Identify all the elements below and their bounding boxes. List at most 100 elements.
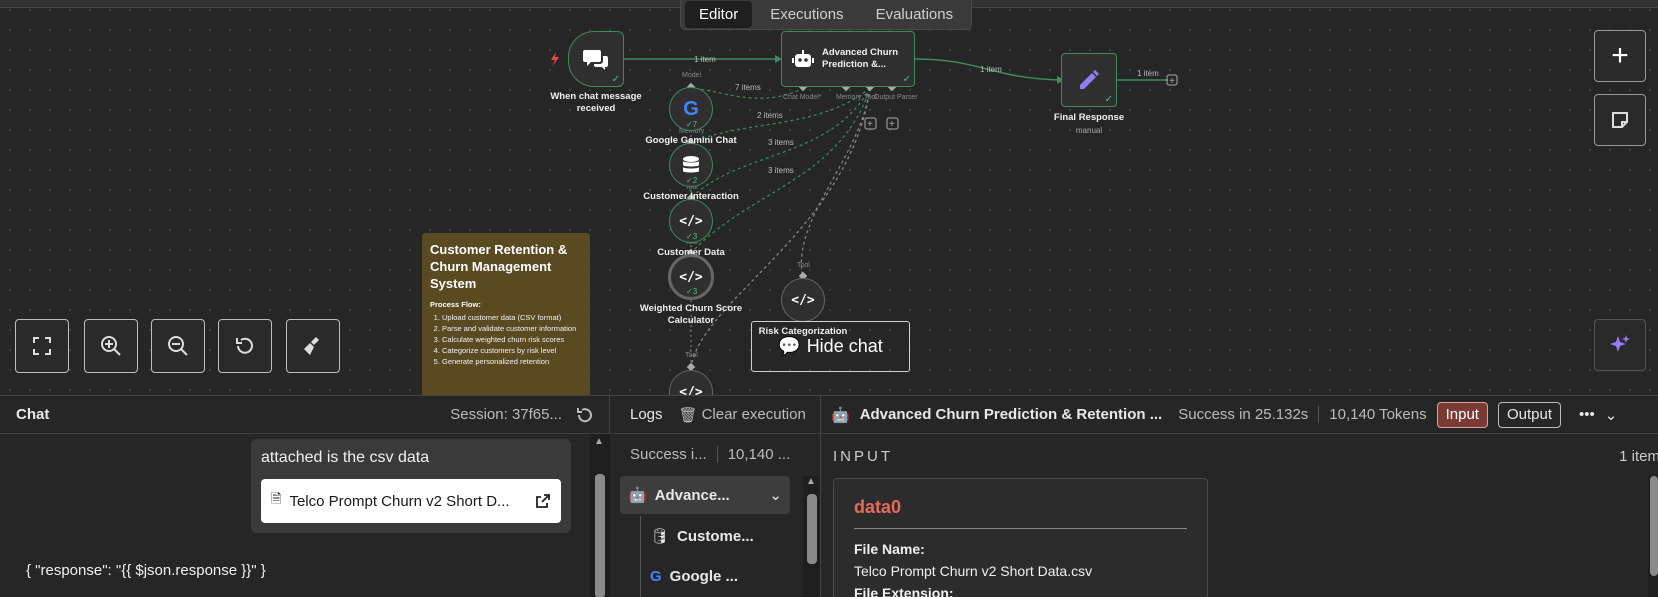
zoom-in-button[interactable] — [84, 319, 138, 373]
clear-execution-label: Clear execution — [701, 406, 806, 423]
sticky-subtitle: Process Flow: — [430, 300, 481, 309]
database-icon: 🛢 — [650, 528, 670, 545]
sticky-step: Generate personalized retention — [442, 357, 582, 367]
file-ext-label: File Extension: — [854, 585, 954, 597]
data-key: data0 — [854, 497, 1187, 529]
weighted-label: Weighted Churn Score Calculator — [639, 303, 743, 326]
wire-label-final-out: 1 item — [1137, 69, 1159, 78]
bot-response: { "response": "{{ $json.response }}" } — [26, 562, 266, 579]
wire-label-memory: 2 items — [757, 111, 783, 120]
bottom-panel: Chat Session: 37f65... attached is the c… — [0, 395, 1658, 597]
sticky-note-icon — [1612, 112, 1628, 128]
input-button[interactable]: Input — [1436, 401, 1488, 428]
port-model-label: Model — [682, 72, 702, 79]
chat-scroll-thumb[interactable] — [595, 474, 605, 597]
robot-icon: 🤖 — [628, 487, 647, 504]
tidy-up-button[interactable] — [286, 319, 340, 373]
sticky-step: Upload customer data (CSV format) — [442, 313, 582, 323]
logs-title: Logs — [630, 406, 663, 423]
chat-trigger-node[interactable]: ✓ — [568, 31, 624, 87]
zoom-out-button[interactable] — [151, 319, 205, 373]
chat-scrollbar[interactable]: ▲ — [590, 434, 610, 597]
risk-categorization-node[interactable]: </> — [781, 278, 825, 322]
robot-icon — [792, 50, 814, 67]
sparkle-icon — [1610, 335, 1630, 352]
chat-bubble-icon: 💬 — [778, 336, 801, 356]
workflow-canvas[interactable]: Editor Executions Evaluations 1 item 1 i… — [0, 0, 1658, 395]
chevron-down-icon[interactable]: ⌄ — [769, 486, 782, 504]
more-options-icon[interactable]: ••• — [1579, 406, 1595, 423]
user-message: attached is the csv data 🗎 Telco Prompt … — [251, 439, 571, 533]
log-item-label: Google ... — [669, 567, 739, 585]
reset-zoom-button[interactable] — [218, 319, 272, 373]
logs-scrollbar[interactable]: ▲ — [803, 476, 820, 597]
final-response-node[interactable]: ✓ — [1061, 53, 1117, 107]
google-g-icon: G — [650, 567, 662, 585]
svg-text:+: + — [1169, 76, 1175, 87]
log-item-label: Custome... — [677, 527, 754, 545]
plus-icon: + — [1611, 39, 1629, 72]
code-icon: </> — [679, 213, 703, 229]
log-item-google[interactable]: G Google ... — [650, 557, 738, 595]
wire-label-gemini: 7 items — [735, 83, 761, 92]
detail-panel: 🤖 Advanced Churn Prediction & Retention … — [821, 396, 1658, 597]
item-count: 1 item — [1619, 448, 1658, 465]
attached-file[interactable]: 🗎 Telco Prompt Churn v2 Short D... — [261, 479, 561, 523]
sticky-step: Calculate weighted churn risk scores — [442, 335, 582, 345]
session-id[interactable]: Session: 37f65... — [450, 406, 562, 423]
logs-tokens: 10,140 ... — [716, 446, 790, 463]
fit-view-icon — [33, 337, 51, 355]
sticky-steps: Upload customer data (CSV format) Parse … — [430, 313, 582, 367]
trash-icon: 🗑 — [678, 406, 698, 424]
sticky-note[interactable]: Customer Retention & Churn Management Sy… — [422, 233, 590, 395]
log-item-agent[interactable]: 🤖 Advance... ⌄ — [620, 476, 790, 514]
app: Editor Executions Evaluations 1 item 1 i… — [0, 0, 1658, 597]
port-bottom-tool: Tool — [685, 352, 698, 359]
detail-scroll-thumb[interactable] — [1650, 476, 1658, 576]
open-external-icon[interactable] — [535, 493, 551, 509]
refresh-session-icon[interactable] — [576, 406, 594, 424]
svg-text:+: + — [867, 119, 873, 130]
customer-data-count: ✓3 — [686, 232, 698, 241]
hide-chat-label: Hide chat — [806, 336, 883, 356]
pencil-icon — [1080, 70, 1099, 89]
code-icon: </> — [679, 269, 703, 285]
wire-label-agent-final: 1 item — [980, 65, 1002, 74]
final-response-label: Final Response — [1053, 112, 1125, 123]
log-item-customer[interactable]: 🛢 Custome... — [650, 517, 754, 555]
logs-scroll-thumb[interactable] — [807, 494, 817, 564]
fit-view-button[interactable] — [15, 319, 69, 373]
wire-label-trigger-agent: 1 item — [694, 55, 716, 64]
collapse-icon[interactable]: ⌄ — [1605, 406, 1618, 424]
success-check-icon: ✓ — [1104, 94, 1113, 105]
sticky-step: Categorize customers by risk level — [442, 346, 582, 356]
sticky-step: Parse and validate customer information — [442, 324, 582, 334]
port-chat-model: Chat Model* — [783, 94, 822, 101]
svg-text:+: + — [889, 119, 895, 130]
binary-data-card: data0 File Name: Telco Prompt Churn v2 S… — [833, 478, 1208, 597]
final-response-sub: manual — [1075, 126, 1103, 135]
chat-title: Chat — [16, 406, 50, 423]
hide-chat-button[interactable]: 💬 Hide chat — [751, 321, 910, 372]
code-icon: </> — [791, 292, 815, 308]
detail-status: Success in 25.132s — [1178, 406, 1309, 423]
success-check-icon: ✓ — [902, 74, 911, 85]
sticky-title: Customer Retention & Churn Management Sy… — [430, 242, 568, 291]
file-icon: 🗎 — [271, 491, 282, 506]
zoom-in-icon — [101, 336, 121, 356]
add-node-button[interactable]: + — [1594, 30, 1646, 82]
output-button[interactable]: Output — [1497, 401, 1562, 428]
add-sticky-button[interactable] — [1594, 94, 1646, 146]
reset-icon — [236, 337, 253, 354]
detail-scrollbar[interactable] — [1648, 476, 1658, 597]
port-memory: Memory — [836, 94, 862, 101]
agent-node[interactable]: Advanced Churn Prediction &... ✓ — [781, 31, 915, 87]
chat-trigger-label: When chat message received — [550, 91, 642, 114]
port-output-parser: Output Parser — [874, 94, 918, 101]
ai-assistant-button[interactable] — [1594, 319, 1646, 371]
broom-icon — [304, 337, 319, 355]
wire-label-tool1: 3 items — [768, 138, 794, 147]
code-icon: </> — [679, 384, 703, 396]
clear-execution-button[interactable]: 🗑 Clear execution — [679, 406, 806, 424]
zoom-out-icon — [168, 336, 188, 356]
